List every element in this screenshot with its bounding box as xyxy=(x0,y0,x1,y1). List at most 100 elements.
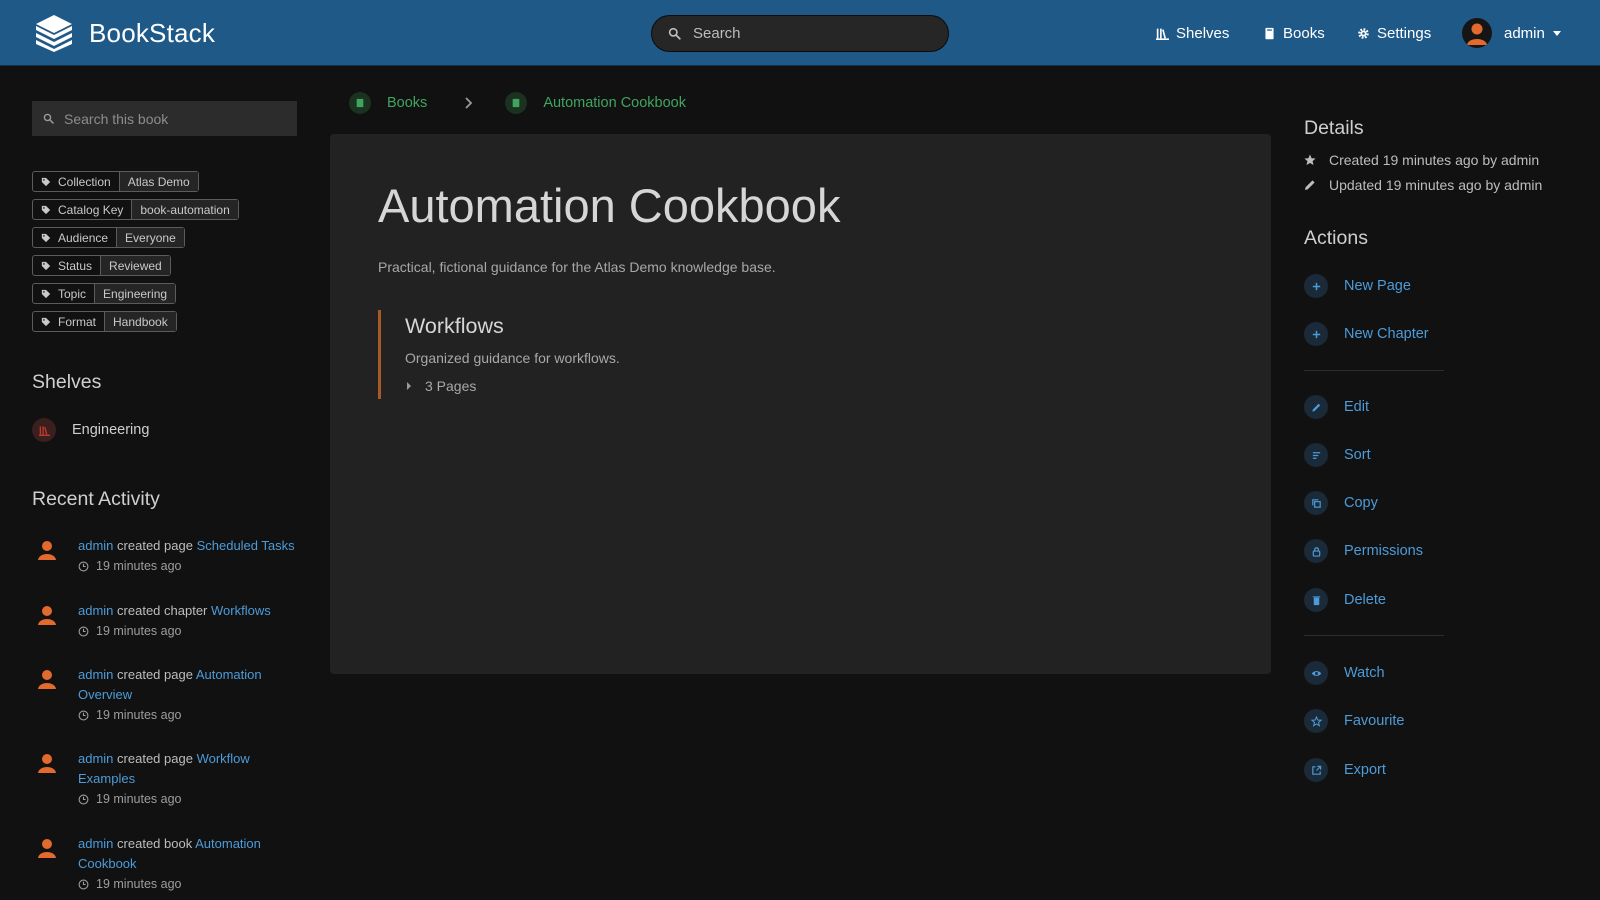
tag-name: Topic xyxy=(58,286,87,301)
search-icon xyxy=(43,113,54,124)
shelf-item-engineering[interactable]: Engineering xyxy=(32,418,149,442)
breadcrumb-current-book[interactable]: Automation Cookbook xyxy=(543,95,686,111)
book-search-input[interactable] xyxy=(64,110,284,127)
tag-value[interactable]: Atlas Demo xyxy=(118,172,198,191)
activity-user-link[interactable]: admin xyxy=(78,836,113,851)
nav-settings[interactable]: Settings xyxy=(1357,0,1431,66)
chapter-pages-toggle[interactable]: 3 Pages xyxy=(405,378,476,394)
shelves-heading: Shelves xyxy=(32,371,102,393)
nav-books[interactable]: Books xyxy=(1263,0,1325,66)
sort-button[interactable]: Sort xyxy=(1304,443,1371,467)
plus-icon xyxy=(1304,274,1328,298)
user-avatar-icon xyxy=(38,839,56,858)
export-button[interactable]: Export xyxy=(1304,758,1386,782)
tag[interactable]: Collection Atlas Demo xyxy=(32,171,199,192)
caret-right-icon xyxy=(407,382,411,390)
permissions-label: Permissions xyxy=(1344,543,1423,559)
nav-settings-label: Settings xyxy=(1377,24,1432,42)
activity-user-link[interactable]: admin xyxy=(78,603,113,618)
chapter-pages-count: 3 Pages xyxy=(425,378,477,394)
watch-button[interactable]: Watch xyxy=(1304,661,1385,685)
lock-icon xyxy=(1304,539,1328,563)
tag-name: Collection xyxy=(58,174,111,189)
top-header: BookStack Shelves Books Settings admin xyxy=(0,0,1600,66)
pencil-icon xyxy=(1305,180,1315,190)
book-tags: Collection Atlas Demo Catalog Key book-a… xyxy=(32,171,239,339)
activity-time: 19 minutes ago xyxy=(96,624,182,638)
chapter-title[interactable]: Workflows xyxy=(405,314,504,339)
gear-icon xyxy=(1358,27,1369,39)
export-label: Export xyxy=(1344,762,1386,778)
tag[interactable]: Catalog Key book-automation xyxy=(32,199,239,220)
recent-activity-heading: Recent Activity xyxy=(32,488,160,510)
breadcrumb-books[interactable]: Books xyxy=(387,95,427,111)
tag-name: Catalog Key xyxy=(58,202,124,217)
activity-user-link[interactable]: admin xyxy=(78,538,113,553)
eye-icon xyxy=(1304,661,1328,685)
activity-user-link[interactable]: admin xyxy=(78,751,113,766)
tag-value[interactable]: book-automation xyxy=(131,200,238,219)
tag-name: Format xyxy=(58,314,97,329)
book-content-card: Automation Cookbook Practical, fictional… xyxy=(330,134,1271,674)
tag-value[interactable]: Everyone xyxy=(116,228,184,247)
sort-label: Sort xyxy=(1344,447,1371,463)
tag-value[interactable]: Handbook xyxy=(104,312,176,331)
tag[interactable]: Topic Engineering xyxy=(32,283,177,304)
user-avatar-icon xyxy=(38,541,56,560)
book-icon xyxy=(505,92,528,114)
tag-icon xyxy=(41,317,51,326)
new-page-button[interactable]: New Page xyxy=(1304,274,1411,298)
app-logo[interactable]: BookStack xyxy=(33,14,215,52)
user-menu[interactable]: admin xyxy=(1462,18,1561,48)
tag[interactable]: Format Handbook xyxy=(32,311,177,332)
delete-button[interactable]: Delete xyxy=(1304,588,1386,612)
book-search[interactable] xyxy=(32,101,297,136)
tag-name: Status xyxy=(58,258,93,273)
copy-icon xyxy=(1304,491,1328,515)
clock-icon xyxy=(78,710,89,720)
tag-icon xyxy=(41,261,51,270)
updated-text: Updated 19 minutes ago by admin xyxy=(1329,177,1543,193)
chapter-item[interactable]: Workflows Organized guidance for workflo… xyxy=(378,310,1078,399)
activity-target-link[interactable]: Scheduled Tasks xyxy=(197,538,295,553)
user-avatar xyxy=(1462,18,1492,48)
bookstack-logo-icon xyxy=(36,15,72,52)
user-name: admin xyxy=(1504,24,1545,42)
nav-shelves-label: Shelves xyxy=(1176,24,1230,42)
watch-label: Watch xyxy=(1344,665,1385,681)
activity-action: created book xyxy=(117,836,193,851)
chapter-description: Organized guidance for workflows. xyxy=(405,350,620,366)
actions-divider xyxy=(1304,635,1444,636)
shelf-label: Engineering xyxy=(72,422,150,438)
plus-icon xyxy=(1304,322,1328,346)
tag[interactable]: Status Reviewed xyxy=(32,255,171,276)
favourite-button[interactable]: Favourite xyxy=(1304,709,1404,733)
activity-time: 19 minutes ago xyxy=(96,559,182,573)
tag-value[interactable]: Reviewed xyxy=(100,256,170,275)
book-icon xyxy=(1265,27,1274,39)
book-icon xyxy=(349,92,371,114)
clock-icon xyxy=(78,626,89,636)
edit-button[interactable]: Edit xyxy=(1304,395,1369,419)
created-text: Created 19 minutes ago by admin xyxy=(1329,152,1540,168)
global-search[interactable] xyxy=(651,15,949,52)
sort-icon xyxy=(1304,443,1328,467)
tag-value[interactable]: Engineering xyxy=(94,284,176,303)
tag[interactable]: Audience Everyone xyxy=(32,227,185,248)
activity-target-link[interactable]: Workflows xyxy=(211,603,271,618)
tag-icon xyxy=(41,289,51,298)
user-avatar-icon xyxy=(38,670,56,689)
permissions-button[interactable]: Permissions xyxy=(1304,539,1423,563)
activity-user-link[interactable]: admin xyxy=(78,667,113,682)
nav-books-label: Books xyxy=(1283,24,1325,42)
nav-shelves[interactable]: Shelves xyxy=(1156,0,1229,66)
activity-time: 19 minutes ago xyxy=(96,792,182,806)
new-chapter-button[interactable]: New Chapter xyxy=(1304,322,1429,346)
chevron-down-icon xyxy=(1552,30,1561,36)
tag-icon xyxy=(41,177,51,186)
tag-icon xyxy=(41,205,51,214)
activity-action: created page xyxy=(117,538,193,553)
copy-button[interactable]: Copy xyxy=(1304,491,1378,515)
global-search-input[interactable] xyxy=(693,25,913,42)
chevron-right-icon xyxy=(465,97,473,109)
